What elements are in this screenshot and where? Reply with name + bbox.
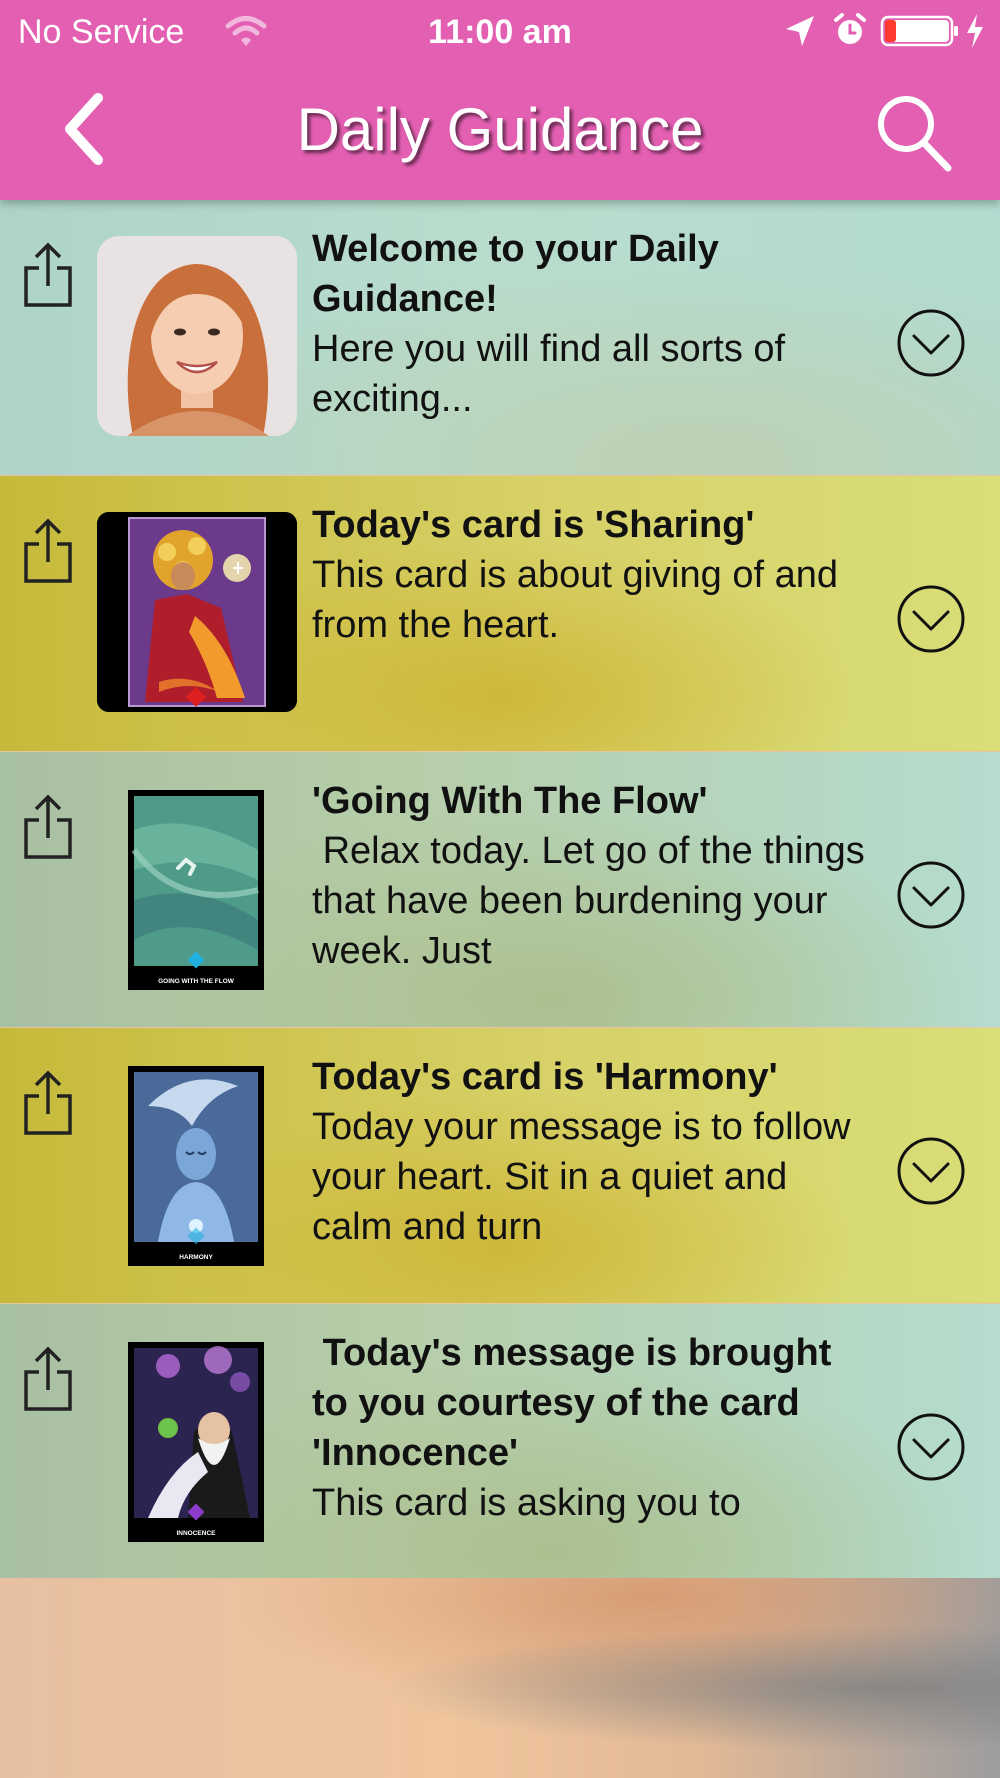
item-body: Here you will find all sorts of exciting… <box>312 328 796 420</box>
expand-button[interactable] <box>896 308 966 378</box>
item-title: Today's card is 'Harmony' <box>312 1056 778 1098</box>
item-title: Today's message is brought to you courte… <box>312 1332 842 1474</box>
item-body: Relax today. Let go of the things that h… <box>312 830 876 972</box>
feed-item[interactable]: GOING WITH THE FLOW 'Going With The Flow… <box>0 752 1000 1027</box>
innocence-card-image: INNOCENCE <box>128 1342 264 1542</box>
item-body: Today your message is to follow your hea… <box>312 1106 862 1248</box>
search-button[interactable] <box>870 90 956 176</box>
chevron-down-circle-icon <box>897 585 965 653</box>
share-icon <box>24 794 72 859</box>
background-image <box>0 1578 1000 1778</box>
share-icon <box>24 1070 72 1135</box>
card-caption: INNOCENCE <box>176 1530 216 1537</box>
guidance-feed: Welcome to your Daily Guidance! Here you… <box>0 200 1000 1579</box>
share-button[interactable] <box>22 1070 74 1136</box>
sharing-card-image <box>97 512 297 712</box>
author-portrait-image <box>97 236 297 436</box>
chevron-down-circle-icon <box>897 309 965 377</box>
going-with-the-flow-card-image: GOING WITH THE FLOW <box>128 790 264 990</box>
feed-item[interactable]: HARMONY Today's card is 'Harmony' Today … <box>0 1028 1000 1303</box>
share-button[interactable] <box>22 1346 74 1412</box>
item-text: Welcome to your Daily Guidance! Here you… <box>312 224 872 424</box>
status-bar: No Service 11:00 am <box>0 0 1000 64</box>
feed-item[interactable]: Welcome to your Daily Guidance! Here you… <box>0 200 1000 475</box>
card-caption: GOING WITH THE FLOW <box>158 978 235 985</box>
chevron-down-circle-icon <box>897 861 965 929</box>
harmony-card-image: HARMONY <box>128 1066 264 1266</box>
item-body: This card is asking you to <box>312 1482 741 1524</box>
app-header: No Service 11:00 am Daily Guidance <box>0 0 1000 200</box>
location-arrow-icon <box>786 16 814 46</box>
item-text: Today's message is brought to you courte… <box>312 1328 872 1528</box>
item-body: This card is about giving of and from th… <box>312 554 849 646</box>
item-text: Today's card is 'Sharing' This card is a… <box>312 500 872 650</box>
item-title: Today's card is 'Sharing' <box>312 504 755 546</box>
share-icon <box>24 518 72 583</box>
item-text: Today's card is 'Harmony' Today your mes… <box>312 1052 872 1252</box>
expand-button[interactable] <box>896 860 966 930</box>
feed-item[interactable]: INNOCENCE Today's message is brought to … <box>0 1304 1000 1579</box>
battery-icon <box>880 15 958 47</box>
share-button[interactable] <box>22 794 74 860</box>
share-icon <box>24 242 72 307</box>
charging-bolt-icon <box>967 14 983 48</box>
expand-button[interactable] <box>896 584 966 654</box>
search-icon <box>878 96 952 172</box>
share-button[interactable] <box>22 242 74 308</box>
item-title: Welcome to your Daily Guidance! <box>312 228 730 320</box>
chevron-down-circle-icon <box>897 1413 965 1481</box>
nav-bar: Daily Guidance <box>0 64 1000 200</box>
page-title: Daily Guidance <box>296 96 704 163</box>
feed-item[interactable]: Today's card is 'Sharing' This card is a… <box>0 476 1000 751</box>
item-title: 'Going With The Flow' <box>312 780 708 822</box>
share-icon <box>24 1346 72 1411</box>
alarm-clock-icon <box>834 13 866 44</box>
card-caption: HARMONY <box>179 1254 213 1261</box>
item-text: 'Going With The Flow' Relax today. Let g… <box>312 776 872 976</box>
expand-button[interactable] <box>896 1412 966 1482</box>
chevron-down-circle-icon <box>897 1137 965 1205</box>
expand-button[interactable] <box>896 1136 966 1206</box>
share-button[interactable] <box>22 518 74 584</box>
